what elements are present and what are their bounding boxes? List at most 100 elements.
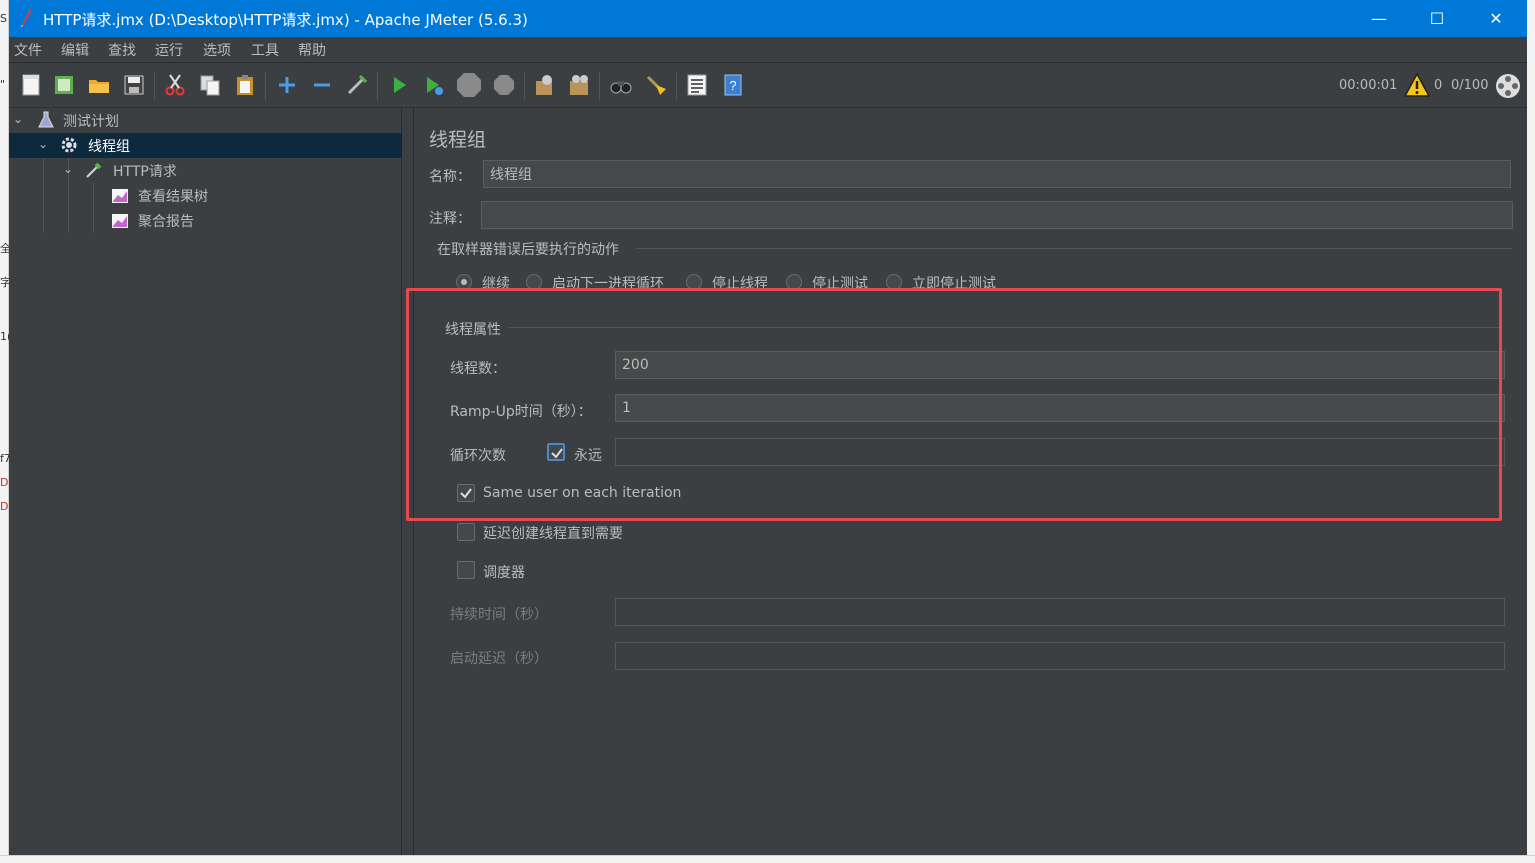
threads-input[interactable] <box>615 351 1505 379</box>
rampup-input[interactable] <box>615 394 1505 422</box>
edge-glyph: D <box>0 476 9 489</box>
start-button[interactable] <box>385 71 413 99</box>
copy-button[interactable] <box>196 71 224 99</box>
function-helper-button[interactable] <box>683 71 711 99</box>
gear-icon <box>61 137 77 153</box>
reset-search-button[interactable] <box>642 71 670 99</box>
menu-tools[interactable]: 工具 <box>251 40 279 60</box>
templates-button[interactable] <box>50 71 78 99</box>
pipette-icon <box>86 162 102 178</box>
tree-item-label: 查看结果树 <box>138 189 208 205</box>
shutdown-button[interactable] <box>490 71 518 99</box>
chevron-down-icon[interactable]: ⌄ <box>13 112 23 126</box>
forever-checkbox[interactable] <box>547 443 565 461</box>
comment-input[interactable] <box>481 201 1513 229</box>
edge-glyph: " <box>0 78 6 91</box>
stop-icon <box>457 73 481 97</box>
minus-icon <box>314 83 330 87</box>
menu-search[interactable]: 查找 <box>108 40 136 60</box>
expand-all-button[interactable] <box>273 71 301 99</box>
cut-button[interactable] <box>161 71 189 99</box>
save-button[interactable] <box>120 71 148 99</box>
radio-stop-test[interactable] <box>786 274 802 290</box>
tree-item-aggregate-report[interactable]: 聚合报告 <box>9 208 402 233</box>
close-button[interactable]: ✕ <box>1467 0 1525 37</box>
same-user-label: Same user on each iteration <box>483 485 682 501</box>
tree-item-label: HTTP请求 <box>113 164 177 180</box>
duration-input[interactable] <box>615 598 1505 626</box>
menu-run[interactable]: 运行 <box>155 40 183 60</box>
warning-icon[interactable] <box>1404 73 1430 97</box>
clear-button[interactable] <box>530 71 558 99</box>
broom-icon <box>646 75 666 95</box>
maximize-button[interactable]: ☐ <box>1408 0 1466 37</box>
chart-icon <box>112 214 128 228</box>
menu-edit[interactable]: 编辑 <box>61 40 89 60</box>
menu-help[interactable]: 帮助 <box>298 40 326 60</box>
start-no-pauses-button[interactable] <box>420 71 448 99</box>
help-button[interactable]: ? <box>719 71 747 99</box>
radio-stop-thread[interactable] <box>686 274 702 290</box>
title-bar: HTTP请求.jmx (D:\Desktop\HTTP请求.jmx) - Apa… <box>9 0 1527 37</box>
flask-icon <box>38 111 54 128</box>
toggle-button[interactable] <box>343 71 371 99</box>
new-file-icon <box>22 74 40 96</box>
same-user-checkbox[interactable] <box>457 484 475 502</box>
name-label: 名称： <box>429 169 471 185</box>
radio-start-next-loop[interactable] <box>526 274 542 290</box>
templates-icon <box>55 76 73 94</box>
error-action-group-title: 在取样器错误后要执行的动作 <box>437 242 619 258</box>
test-plan-tree: ⌄ 测试计划 ⌄ 线程组 ⌄ HTTP请求 查看结果树 聚合报告 <box>9 108 402 855</box>
play-icon <box>394 77 406 93</box>
minimize-button[interactable]: — <box>1350 0 1408 37</box>
tree-item-http-request[interactable]: ⌄ HTTP请求 <box>9 158 402 183</box>
check-icon <box>460 488 472 499</box>
loop-count-input[interactable] <box>615 438 1505 466</box>
tree-item-view-results-tree[interactable]: 查看结果树 <box>9 183 402 208</box>
tree-item-thread-group[interactable]: ⌄ 线程组 <box>9 133 402 158</box>
loop-count-label: 循环次数 <box>450 448 506 464</box>
name-input[interactable] <box>483 160 1511 188</box>
edge-glyph: S <box>0 12 7 25</box>
startup-delay-input[interactable] <box>615 642 1505 670</box>
radio-continue[interactable] <box>456 274 472 290</box>
threads-label: 线程数： <box>450 361 506 377</box>
menu-file[interactable]: 文件 <box>14 40 42 60</box>
chevron-down-icon[interactable]: ⌄ <box>38 137 48 151</box>
tree-item-label: 测试计划 <box>63 114 119 130</box>
tree-item-test-plan[interactable]: ⌄ 测试计划 <box>9 108 402 133</box>
play-no-timers-icon <box>427 77 443 95</box>
broom-gears-icon <box>570 75 588 95</box>
window-title: HTTP请求.jmx (D:\Desktop\HTTP请求.jmx) - Apa… <box>43 11 528 29</box>
radio-label: 停止测试 <box>812 276 868 292</box>
toolbar: ? 00:00:01 0 0/100 <box>9 64 1527 108</box>
collapse-all-button[interactable] <box>308 71 336 99</box>
rampup-label: Ramp-Up时间（秒）： <box>450 404 592 420</box>
plus-icon <box>279 77 295 93</box>
toggle-wand-icon <box>347 74 368 95</box>
panel-splitter[interactable] <box>402 108 414 855</box>
radio-label: 停止线程 <box>712 276 768 292</box>
radio-stop-test-now[interactable] <box>886 274 902 290</box>
shutdown-icon <box>494 75 514 95</box>
search-button[interactable] <box>607 71 635 99</box>
startup-delay-label: 启动延迟（秒） <box>450 651 548 667</box>
stop-button[interactable] <box>455 71 483 99</box>
new-button[interactable] <box>17 71 45 99</box>
scheduler-checkbox[interactable] <box>457 561 475 579</box>
chart-icon <box>112 189 128 203</box>
delay-thread-creation-checkbox[interactable] <box>457 523 475 541</box>
scheduler-label: 调度器 <box>483 565 525 581</box>
open-button[interactable] <box>85 71 113 99</box>
clear-all-button[interactable] <box>565 71 593 99</box>
duration-label: 持续时间（秒） <box>450 607 548 623</box>
chevron-down-icon[interactable]: ⌄ <box>63 162 73 176</box>
check-icon <box>551 448 563 459</box>
list-icon <box>687 74 707 96</box>
paste-icon <box>237 75 253 95</box>
warning-count: 0 <box>1434 78 1443 93</box>
save-disk-icon <box>124 75 144 95</box>
menu-options[interactable]: 选项 <box>203 40 231 60</box>
paste-button[interactable] <box>231 71 259 99</box>
menu-bar: 文件 编辑 查找 运行 选项 工具 帮助 <box>9 37 1527 63</box>
